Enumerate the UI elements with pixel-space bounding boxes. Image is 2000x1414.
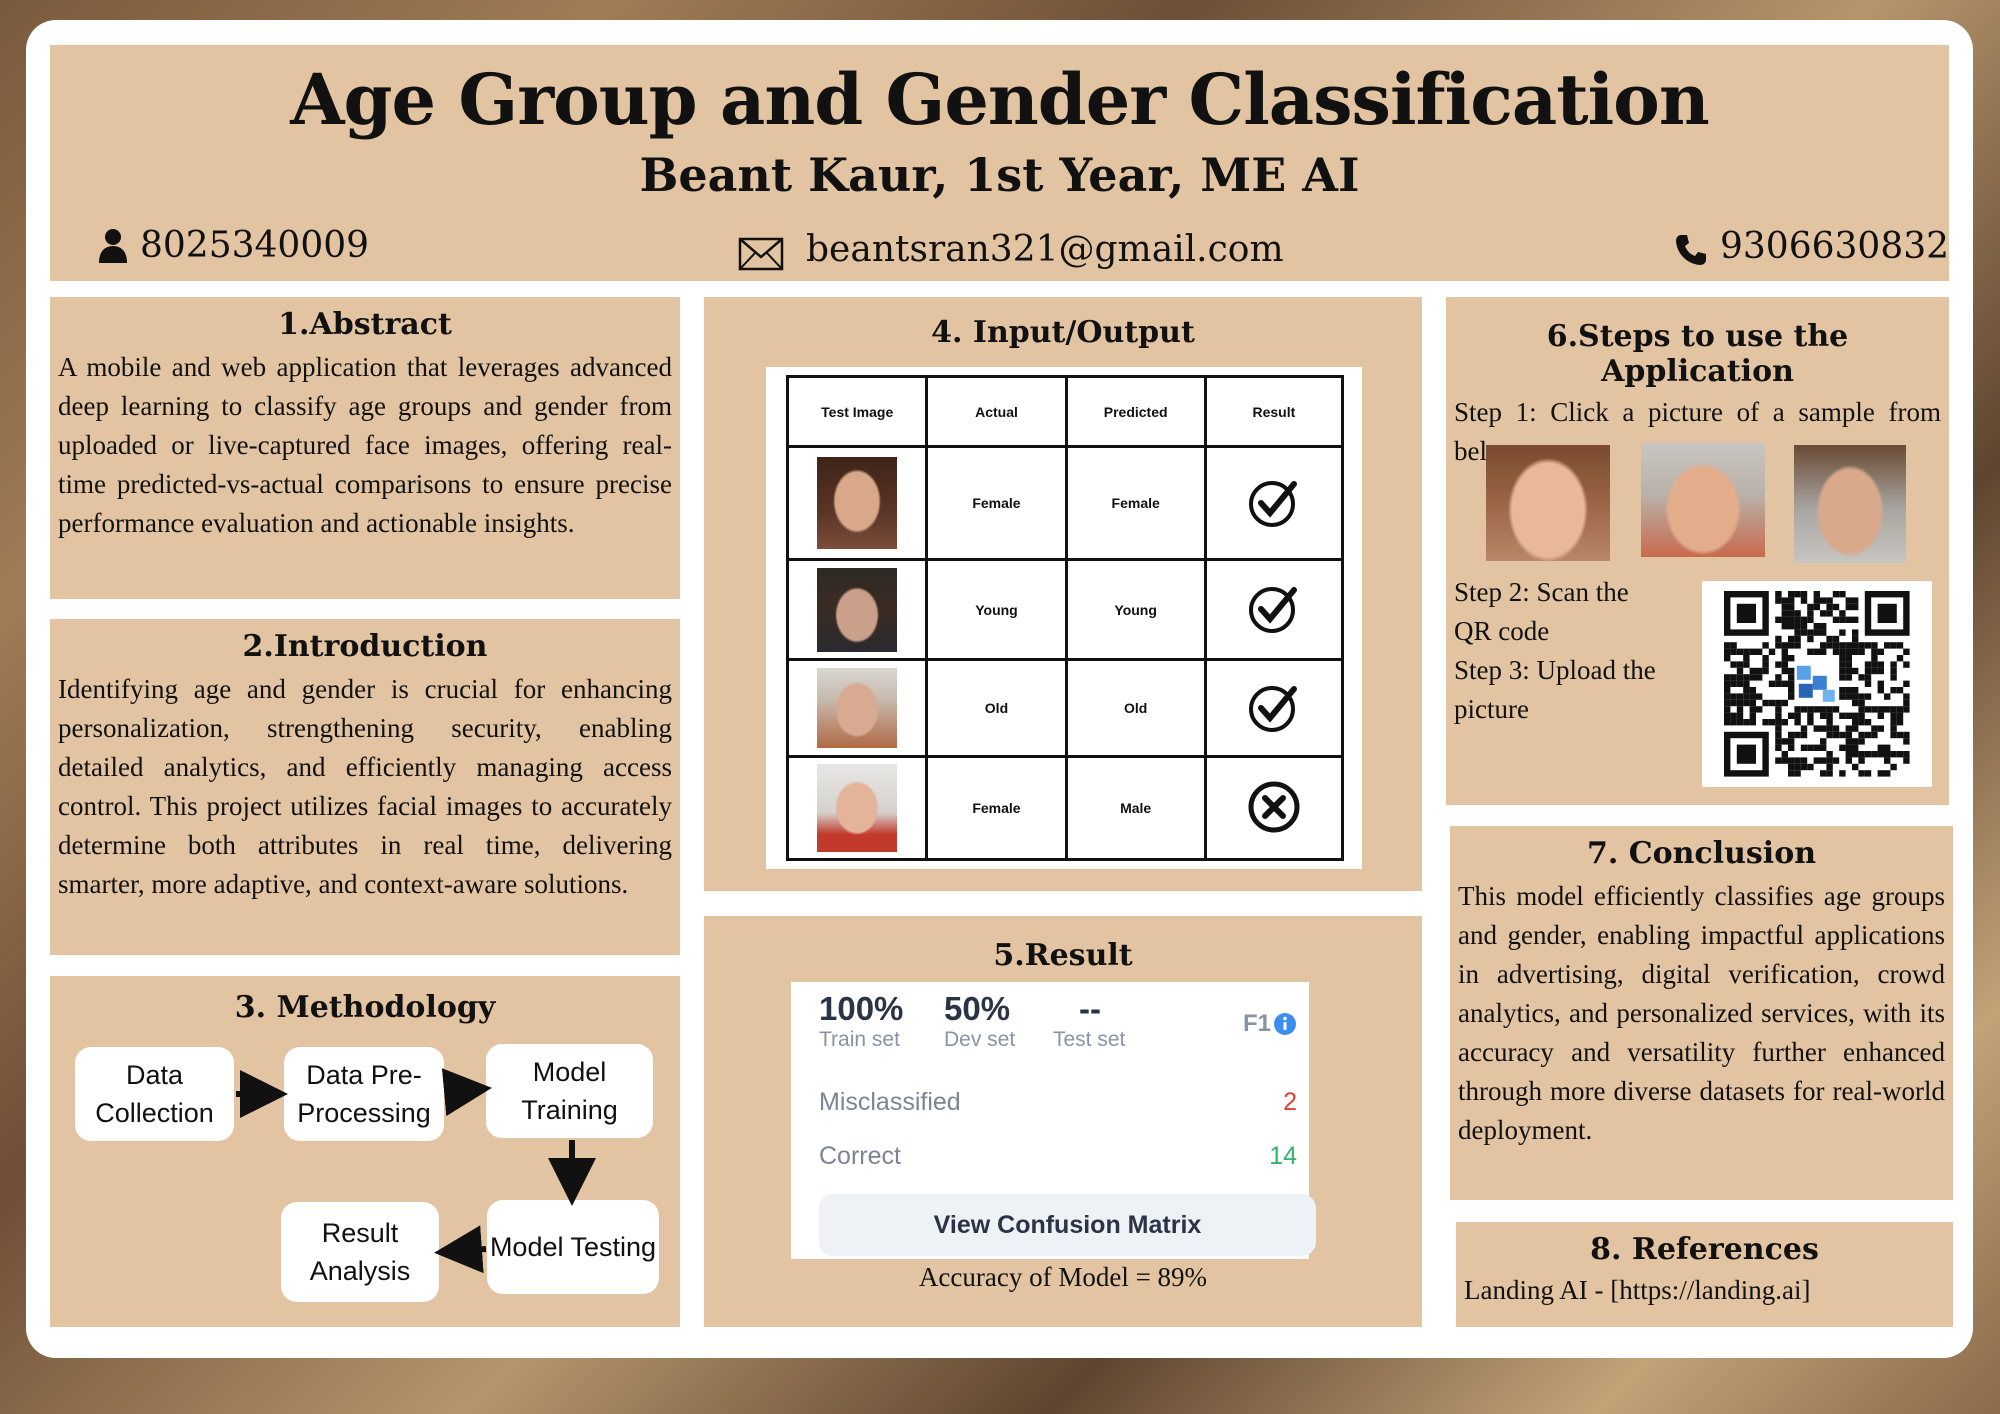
actual-cell: Young xyxy=(925,558,1068,661)
face-thumbnail xyxy=(785,755,929,861)
introduction-text: Identifying age and gender is crucial fo… xyxy=(58,674,672,899)
abstract-panel: 1.Abstract A mobile and web application … xyxy=(50,297,680,599)
metric-train-label: Train set xyxy=(819,1028,900,1051)
predicted-cell: Female xyxy=(1064,445,1207,561)
info-icon[interactable] xyxy=(1273,1012,1297,1036)
io-header-actual: Actual xyxy=(925,375,1068,448)
arrow-2 xyxy=(441,1068,492,1117)
phone-text: 9306630832 xyxy=(1720,225,1950,267)
face-image-old-man xyxy=(817,668,898,748)
qr-code-graphic xyxy=(1724,591,1910,777)
person-icon xyxy=(99,228,127,263)
sample-face-young-man[interactable] xyxy=(1794,445,1906,563)
conclusion-text: This model efficiently classifies age gr… xyxy=(1458,881,1945,1145)
face-thumbnail xyxy=(785,558,929,661)
predicted-cell: Old xyxy=(1064,658,1207,758)
actual-cell: Old xyxy=(925,658,1068,758)
user-phone-text: 8025340009 xyxy=(140,225,370,266)
face-image-woman-brunette xyxy=(817,457,898,549)
face-thumbnail xyxy=(785,658,929,758)
table-row: Old Old xyxy=(785,658,1345,758)
actual-cell: Female xyxy=(925,445,1068,561)
misclassified-value: 2 xyxy=(1283,1088,1297,1116)
io-header-row: Test Image Actual Predicted Result xyxy=(785,375,1345,448)
metric-dev-value: 50% xyxy=(944,990,1011,1027)
conclusion-title: 7. Conclusion xyxy=(1586,836,1817,871)
references-text[interactable]: Landing AI - [https://landing.ai] xyxy=(1464,1271,1945,1310)
contact-email: beantsran321@gmail.com xyxy=(738,227,1284,271)
face-thumbnail xyxy=(785,445,929,561)
result-panel: 5.Result 100% Train set 50% Dev set -- T… xyxy=(704,916,1422,1327)
predicted-cell: Male xyxy=(1064,755,1207,861)
qr-code[interactable] xyxy=(1702,581,1932,787)
header-panel: Age Group and Gender Classification Bean… xyxy=(50,45,1949,281)
result-cell xyxy=(1203,755,1345,861)
view-confusion-matrix-button[interactable]: View Confusion Matrix xyxy=(819,1194,1316,1256)
references-title: 8. References xyxy=(1590,1232,1819,1267)
table-row: Young Young xyxy=(785,558,1345,661)
metric-test: -- Test set xyxy=(1053,990,1125,1052)
metric-test-value: -- xyxy=(1079,990,1101,1027)
email-text: beantsran321@gmail.com xyxy=(806,228,1284,270)
check-circle-icon xyxy=(1248,587,1297,633)
io-header-predicted: Predicted xyxy=(1064,375,1207,448)
step2-text: Step 2: Scan the QR code xyxy=(1454,577,1629,646)
accuracy-text: Accuracy of Model = 89% xyxy=(918,1262,1208,1292)
io-table-card: Test Image Actual Predicted Result Femal… xyxy=(766,367,1362,869)
abstract-title: 1.Abstract xyxy=(278,307,452,342)
methodology-panel: 3. Methodology Data Collection Data Pre-… xyxy=(50,976,680,1327)
io-panel: 4. Input/Output Test Image Actual Predic… xyxy=(704,297,1422,891)
sample-face-young-woman[interactable] xyxy=(1486,445,1610,561)
metric-test-label: Test set xyxy=(1053,1028,1126,1051)
envelope-icon xyxy=(738,237,784,271)
metric-train: 100% Train set xyxy=(819,990,903,1052)
conclusion-panel: 7. Conclusion This model efficiently cla… xyxy=(1450,826,1953,1200)
face-image-young-man xyxy=(817,567,898,652)
result-cell xyxy=(1203,558,1345,661)
check-circle-icon xyxy=(1248,685,1297,732)
introduction-panel: 2.Introduction Identifying age and gende… xyxy=(50,619,680,955)
x-circle-icon xyxy=(1248,781,1300,832)
phone-icon xyxy=(1676,235,1706,265)
correct-label: Correct xyxy=(819,1142,901,1170)
result-cell xyxy=(1203,658,1345,758)
table-row: Female Female xyxy=(785,445,1345,561)
face-image-old-woman xyxy=(817,764,898,852)
io-title: 4. Input/Output xyxy=(931,315,1195,350)
f1-label: F1 xyxy=(1242,1010,1271,1037)
misclassified-label: Misclassified xyxy=(819,1088,961,1116)
result-card: 100% Train set 50% Dev set -- Test set F… xyxy=(791,982,1316,1259)
metric-train-value: 100% xyxy=(819,990,904,1027)
check-circle-icon xyxy=(1248,480,1297,527)
references-panel: 8. References Landing AI - [https://land… xyxy=(1456,1222,1953,1327)
arrow-4 xyxy=(434,1225,487,1274)
f1-indicator[interactable]: F1 xyxy=(1243,1010,1297,1038)
step3-text: Step 3: Upload the picture xyxy=(1454,655,1656,724)
steps-panel: 6.Steps to use the Application Step 1: C… xyxy=(1446,297,1949,805)
metric-dev: 50% Dev set xyxy=(944,990,1015,1052)
actual-cell: Female xyxy=(925,755,1068,861)
sample-face-old-woman[interactable] xyxy=(1641,443,1765,557)
predicted-cell: Young xyxy=(1064,558,1207,661)
correct-value: 14 xyxy=(1269,1142,1297,1170)
result-title: 5.Result xyxy=(993,938,1133,973)
contact-phone: 9306630832 xyxy=(1674,225,1949,267)
poster-subtitle: Beant Kaur, 1st Year, ME AI xyxy=(639,148,1360,202)
abstract-text: A mobile and web application that levera… xyxy=(58,352,672,538)
io-header-test-image: Test Image xyxy=(785,375,929,448)
table-row: Female Male xyxy=(785,755,1345,861)
methodology-arrows xyxy=(236,1068,596,1274)
contact-user-phone: 8025340009 xyxy=(98,225,369,266)
result-cell xyxy=(1203,445,1345,561)
steps-title: 6.Steps to use the Application xyxy=(1546,319,1849,389)
introduction-title: 2.Introduction xyxy=(242,629,488,664)
io-table: Test Image Actual Predicted Result Femal… xyxy=(785,375,1345,861)
metric-dev-label: Dev set xyxy=(944,1028,1016,1051)
io-header-result: Result xyxy=(1203,375,1345,448)
poster-title: Age Group and Gender Classification xyxy=(290,58,1710,141)
